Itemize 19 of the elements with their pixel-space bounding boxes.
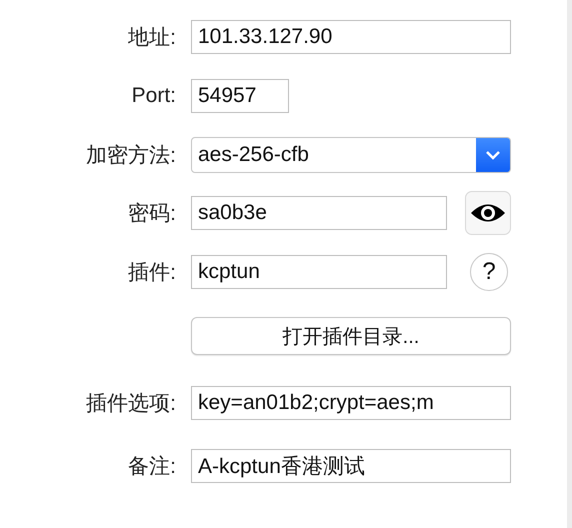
open-plugin-folder-button[interactable]: 打开插件目录... (191, 317, 511, 355)
input-field[interactable]: key=an01b2;crypt=aes;m (191, 386, 511, 420)
field-label: 插件选项: (86, 391, 176, 417)
chevron-down-icon (485, 150, 501, 160)
show-password-button[interactable] (465, 191, 511, 235)
field-label: 密码: (128, 201, 176, 227)
field-label: 备注: (128, 454, 176, 480)
input-field[interactable]: 101.33.127.90 (191, 20, 511, 54)
field-label: Port: (132, 84, 176, 108)
eye-icon (470, 202, 506, 224)
input-field[interactable]: 54957 (191, 79, 289, 113)
input-field[interactable]: kcptun (191, 255, 447, 289)
field-label: 插件: (128, 260, 176, 286)
input-field[interactable]: A-kcptun香港测试 (191, 449, 511, 483)
field-label: 加密方法: (86, 143, 176, 169)
field-label: 地址: (128, 25, 176, 51)
input-field[interactable]: sa0b3e (191, 196, 447, 230)
encryption-dropdown[interactable]: aes-256-cfb (191, 137, 511, 173)
help-button[interactable]: ? (470, 253, 508, 291)
